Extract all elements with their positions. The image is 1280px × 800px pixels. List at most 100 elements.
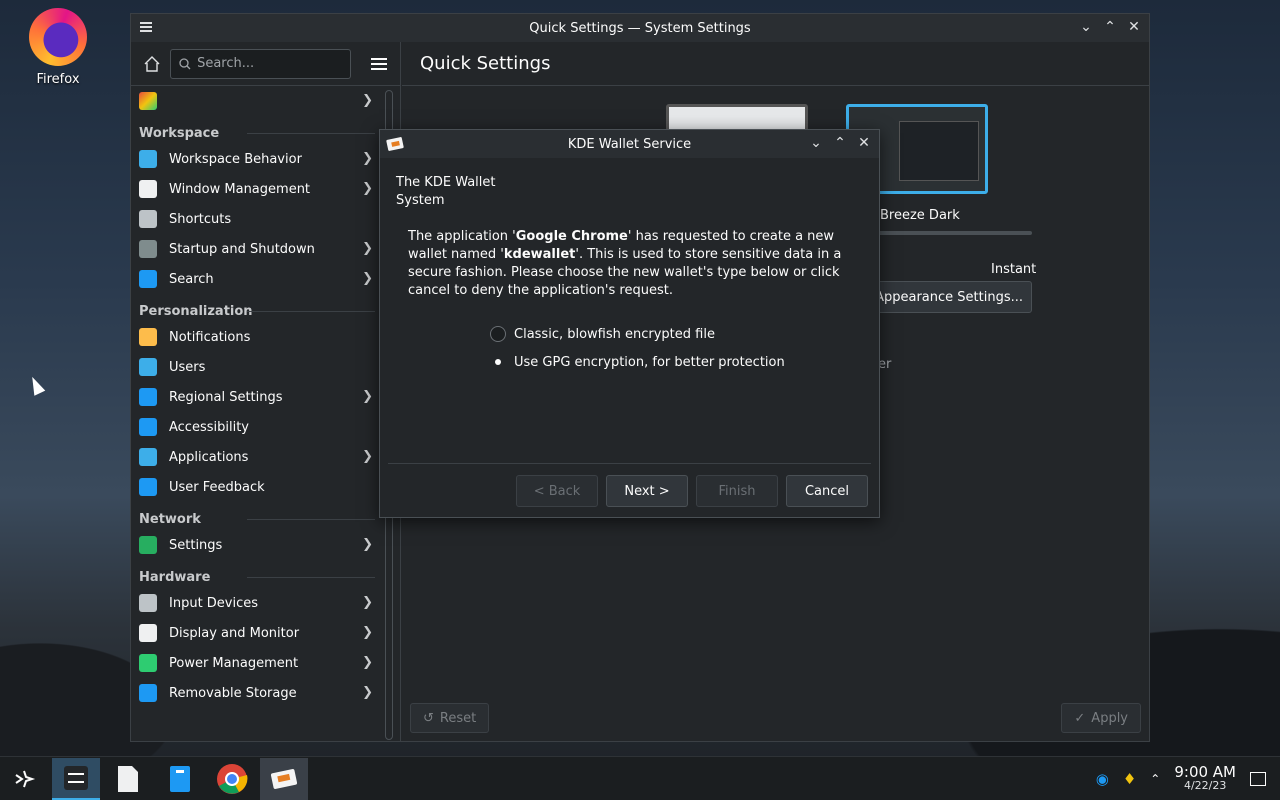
chevron-up-icon[interactable]: ⌃ xyxy=(1150,772,1160,786)
section-header: Hardware xyxy=(131,560,377,588)
sidebar-item-power-management[interactable]: Power Management ❯ xyxy=(131,648,377,678)
sidebar-item-label: Shortcuts xyxy=(169,211,232,227)
sidebar-item-label: Notifications xyxy=(169,329,251,345)
chevron-right-icon: ❯ xyxy=(362,389,373,404)
chevron-right-icon: ❯ xyxy=(362,625,373,640)
show-desktop-icon[interactable] xyxy=(1250,772,1266,786)
sidebar-item-label: Applications xyxy=(169,449,249,465)
users-icon xyxy=(139,358,157,376)
clock-date: 4/22/23 xyxy=(1183,779,1227,792)
window-titlebar[interactable]: Quick Settings — System Settings ⌄ ⌃ ✕ xyxy=(131,14,1149,42)
applications-icon xyxy=(139,448,157,466)
home-icon xyxy=(144,55,160,72)
chevron-right-icon: ❯ xyxy=(362,537,373,552)
taskbar-dolphin[interactable] xyxy=(156,758,204,800)
section-header: Network xyxy=(131,502,377,530)
digital-clock[interactable]: 9:00 AM 4/22/23 xyxy=(1174,765,1236,793)
power-management-icon xyxy=(139,654,157,672)
radio-option-gpg[interactable]: Use GPG encryption, for better protectio… xyxy=(490,348,863,376)
desktop-icon-firefox[interactable]: Firefox xyxy=(20,8,96,87)
close-icon[interactable]: ✕ xyxy=(1125,18,1143,36)
taskbar-system-settings[interactable] xyxy=(52,757,100,800)
heading-line: The KDE Wallet xyxy=(396,175,496,190)
hamburger-menu-button[interactable] xyxy=(365,50,392,78)
sidebar-item-input-devices[interactable]: Input Devices ❯ xyxy=(131,588,377,618)
chrome-icon xyxy=(217,763,248,794)
sidebar-item-window-management[interactable]: Window Management ❯ xyxy=(131,174,377,204)
next-button[interactable]: Next > xyxy=(606,475,688,507)
back-button[interactable]: < Back xyxy=(516,475,598,507)
cancel-button[interactable]: Cancel xyxy=(786,475,868,507)
reset-label: Reset xyxy=(439,710,477,726)
sidebar-item-notifications[interactable]: Notifications xyxy=(131,322,377,352)
radio-button-classic[interactable] xyxy=(490,326,506,342)
sidebar-item-removable-storage[interactable]: Removable Storage ❯ xyxy=(131,678,377,708)
launcher-icon xyxy=(15,770,36,787)
radio-option-classic[interactable]: Classic, blowfish encrypted file xyxy=(490,320,863,348)
sidebar-item-label: Regional Settings xyxy=(169,389,283,405)
chevron-right-icon: ❯ xyxy=(362,181,373,196)
sidebar-item-applications[interactable]: Applications ❯ xyxy=(131,442,377,472)
firefox-icon xyxy=(29,8,87,66)
undo-icon: ↺ xyxy=(423,710,434,726)
sidebar-item-colors[interactable]: ❯ xyxy=(131,86,377,116)
sidebar-item-display-and-monitor[interactable]: Display and Monitor ❯ xyxy=(131,618,377,648)
minimize-icon[interactable]: ⌄ xyxy=(807,134,825,152)
search-icon xyxy=(139,270,157,288)
sidebar-item-workspace-behavior[interactable]: Workspace Behavior ❯ xyxy=(131,144,377,174)
app-name: Google Chrome xyxy=(515,229,628,244)
sidebar-item-regional-settings[interactable]: Regional Settings ❯ xyxy=(131,382,377,412)
sidebar-item-label: Workspace Behavior xyxy=(169,151,302,167)
colors-icon xyxy=(139,92,157,110)
reset-button[interactable]: ↺ Reset xyxy=(410,703,490,733)
sidebar-item-label: Users xyxy=(169,359,206,375)
file-manager-icon xyxy=(170,765,190,792)
dialog-separator xyxy=(388,463,871,464)
application-launcher-button[interactable] xyxy=(0,758,48,800)
chevron-right-icon: ❯ xyxy=(362,271,373,286)
theme-label: Breeze Dark xyxy=(880,208,960,223)
updates-icon[interactable]: ◉ xyxy=(1096,770,1109,788)
sidebar-item-users[interactable]: Users xyxy=(131,352,377,382)
taskbar-kwallet[interactable] xyxy=(260,757,308,800)
dialog-title: KDE Wallet Service xyxy=(567,136,692,152)
taskbar-file[interactable] xyxy=(104,758,152,800)
close-icon[interactable]: ✕ xyxy=(855,134,873,152)
sidebar-item-accessibility[interactable]: Accessibility xyxy=(131,412,377,442)
message-text: The application ' xyxy=(408,229,516,244)
radio-label: Classic, blowfish encrypted file xyxy=(514,326,715,342)
sidebar-item-label: Startup and Shutdown xyxy=(169,241,315,257)
dialog-titlebar[interactable]: KDE Wallet Service ⌄ ⌃ ✕ xyxy=(380,130,879,158)
input-devices-icon xyxy=(139,594,157,612)
heading-line: System xyxy=(396,193,445,208)
search-input[interactable] xyxy=(197,56,338,71)
dialog-heading: The KDE Wallet System xyxy=(396,174,863,210)
wallet-type-options: Classic, blowfish encrypted file Use GPG… xyxy=(490,320,863,376)
sidebar-item-label: Input Devices xyxy=(169,595,259,611)
minimize-icon[interactable]: ⌄ xyxy=(1077,18,1095,36)
chevron-right-icon: ❯ xyxy=(362,151,373,166)
document-icon xyxy=(118,765,138,792)
sidebar-toolbar xyxy=(131,42,400,86)
removable-storage-icon xyxy=(139,684,157,702)
settings-icon xyxy=(139,536,157,554)
apply-button[interactable]: ✓ Apply xyxy=(1061,703,1141,733)
sidebar-item-startup-and-shutdown[interactable]: Startup and Shutdown ❯ xyxy=(131,234,377,264)
search-field[interactable] xyxy=(170,48,351,79)
shortcuts-icon xyxy=(139,210,157,228)
finish-button[interactable]: Finish xyxy=(696,475,778,507)
home-button[interactable] xyxy=(139,51,164,77)
taskbar-chrome[interactable] xyxy=(208,758,256,800)
kwallet-tray-icon[interactable]: ♦ xyxy=(1123,770,1136,788)
dialog-body: The KDE Wallet System The application 'G… xyxy=(380,158,879,519)
radio-label: Use GPG encryption, for better protectio… xyxy=(514,354,785,370)
sidebar-item-settings[interactable]: Settings ❯ xyxy=(131,530,377,560)
sidebar-item-user-feedback[interactable]: User Feedback xyxy=(131,472,377,502)
sidebar-item-search[interactable]: Search ❯ xyxy=(131,264,377,294)
radio-button-gpg[interactable] xyxy=(490,354,506,370)
chevron-right-icon: ❯ xyxy=(362,685,373,700)
maximize-icon[interactable]: ⌃ xyxy=(1101,18,1119,36)
sidebar-item-shortcuts[interactable]: Shortcuts xyxy=(131,204,377,234)
maximize-icon[interactable]: ⌃ xyxy=(831,134,849,152)
settings-app-icon xyxy=(140,22,152,32)
